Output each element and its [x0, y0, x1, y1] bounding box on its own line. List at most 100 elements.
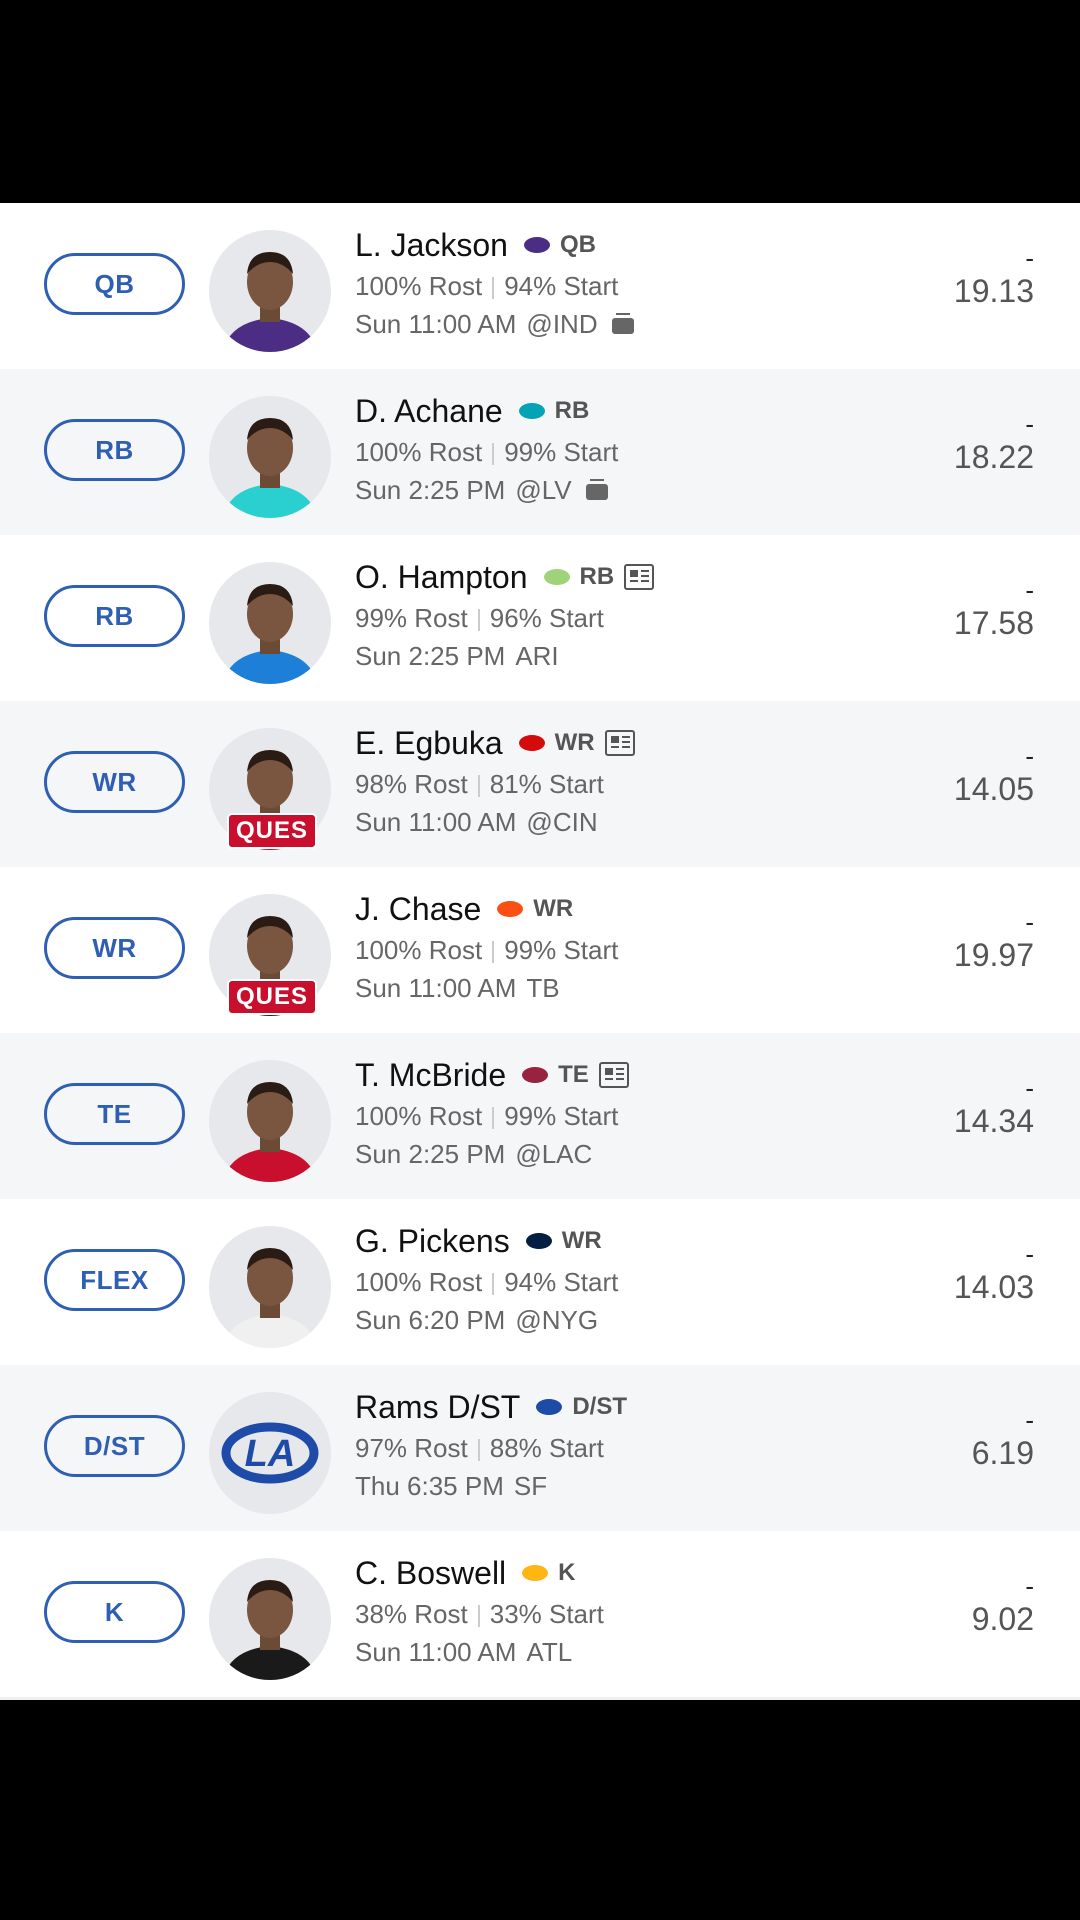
news-icon[interactable] [624, 564, 655, 590]
lineup-slot-button[interactable]: TE [44, 1083, 185, 1145]
lineup-slot-button[interactable]: WR [44, 917, 185, 979]
player-info: L. Jackson QB 100% Rost 94% Start Sun 11:00 … [355, 223, 915, 343]
roster-percent: 38% Rost [355, 1599, 468, 1629]
position-label: TE [558, 1061, 589, 1088]
projection-block: -14.34 [954, 1073, 1034, 1140]
roster-percent: 100% Rost [355, 935, 483, 965]
divider [492, 1273, 495, 1296]
roster-percent: 100% Rost [355, 1101, 483, 1131]
bottom-black-area [0, 1715, 1080, 1920]
player-name-link[interactable]: T. McBride [355, 1057, 506, 1094]
player-row[interactable]: RB D. Achane RB 100% Rost 99% Start Sun 2:25 … [0, 369, 1080, 535]
player-info: C. Boswell K 38% Rost 33% Start Sun 11:00 AM… [355, 1551, 915, 1671]
player-headshot[interactable] [209, 1558, 331, 1680]
player-info: T. McBride TE 100% Rost 99% Start Sun 2:25 P… [355, 1053, 915, 1173]
opponent: SF [513, 1471, 548, 1501]
dolphins-logo-icon [517, 396, 547, 426]
tv-broadcast-icon [611, 313, 634, 335]
actual-points: - [1025, 243, 1034, 273]
player-headshot[interactable] [209, 396, 331, 518]
projected-points: 19.13 [953, 273, 1034, 309]
projected-points: 18.22 [953, 439, 1034, 475]
lineup-slot-button[interactable]: WR [44, 751, 185, 813]
news-icon[interactable] [604, 730, 635, 756]
divider [492, 941, 495, 964]
player-info: O. Hampton RB 99% Rost 96% Start Sun 2:25 PM… [355, 555, 915, 675]
player-info: G. Pickens WR 100% Rost 94% Start Sun 6:20 P… [355, 1219, 915, 1339]
start-percent: 88% Start [489, 1433, 604, 1463]
chargers-logo-icon [542, 562, 572, 592]
projection-block: -6.19 [972, 1405, 1034, 1472]
player-name-link[interactable]: L. Jackson [355, 227, 508, 264]
player-name-link[interactable]: O. Hampton [355, 559, 528, 596]
opponent: @IND [526, 309, 598, 339]
lineup-slot-button[interactable]: FLEX [44, 1249, 185, 1311]
player-name-link[interactable]: G. Pickens [355, 1223, 510, 1260]
game-time: Sun 6:20 PM [355, 1305, 506, 1335]
projection-block: -14.05 [954, 741, 1034, 808]
divider [492, 443, 495, 466]
opponent: @LV [515, 475, 572, 505]
player-name-link[interactable]: Rams D/ST [355, 1389, 520, 1426]
player-name-link[interactable]: D. Achane [355, 393, 503, 430]
bengals-logo-icon [495, 894, 525, 924]
player-name-link[interactable]: C. Boswell [355, 1555, 506, 1592]
lineup-slot-button[interactable]: QB [44, 253, 185, 315]
lineup-slot-button[interactable]: RB [44, 585, 185, 647]
player-headshot[interactable] [209, 1226, 331, 1348]
player-row[interactable]: FLEX G. Pickens WR 100% Rost 94% Start Sun 6:… [0, 1199, 1080, 1365]
roster-percent: 100% Rost [355, 1267, 483, 1297]
position-label: WR [554, 729, 595, 756]
player-name-link[interactable]: J. Chase [355, 891, 481, 928]
lineup-slot-button[interactable]: RB [44, 419, 185, 481]
game-time: Sun 2:25 PM [355, 1139, 506, 1169]
steelers-logo-icon [520, 1558, 550, 1588]
start-percent: 81% Start [489, 769, 604, 799]
opponent: TB [526, 973, 560, 1003]
svg-text:LA: LA [245, 1433, 296, 1475]
player-row[interactable]: WR QUES J. Chase WR 100% Rost 99% Start Sun 11… [0, 867, 1080, 1033]
projection-block: -9.02 [972, 1571, 1034, 1638]
projection-block: -19.13 [954, 243, 1034, 310]
player-row[interactable]: RB O. Hampton RB 99% Rost 96% Start Sun 2:25 … [0, 535, 1080, 701]
player-row[interactable]: WR QUES E. Egbuka WR 98% Rost 81% Start Sun 11… [0, 701, 1080, 867]
roster-percent: 100% Rost [355, 271, 483, 301]
actual-points: - [1025, 1073, 1034, 1103]
top-black-area [0, 0, 1080, 203]
actual-points: - [1025, 1571, 1034, 1601]
divider [477, 609, 480, 632]
ravens-logo-icon [522, 230, 552, 260]
player-row[interactable]: TE T. McBride TE 100% Rost 99% Start Sun 2:25… [0, 1033, 1080, 1199]
player-row[interactable]: QB L. Jackson QB 100% Rost 94% Start Sun 11:0… [0, 203, 1080, 369]
player-headshot[interactable] [209, 230, 331, 352]
projected-points: 19.97 [953, 937, 1034, 973]
start-percent: 94% Start [504, 271, 619, 301]
injury-status-badge: QUES [227, 979, 317, 1015]
player-info: J. Chase WR 100% Rost 99% Start Sun 11:00 AM… [355, 887, 915, 1007]
player-row[interactable]: K C. Boswell K 38% Rost 33% Start Sun 11:00 A… [0, 1531, 1080, 1697]
game-time: Sun 11:00 AM [355, 309, 517, 339]
player-row[interactable]: D/ST LA Rams D/ST D/ST 97% Rost 88% Start Thu … [0, 1365, 1080, 1531]
game-time: Sun 11:00 AM [355, 973, 517, 1003]
actual-points: - [1025, 741, 1034, 771]
player-headshot[interactable] [209, 1060, 331, 1182]
divider [477, 1605, 480, 1628]
news-icon[interactable] [598, 1062, 629, 1088]
game-time: Sun 2:25 PM [355, 475, 506, 505]
player-name-link[interactable]: E. Egbuka [355, 725, 503, 762]
lineup-slot-button[interactable]: K [44, 1581, 185, 1643]
player-headshot[interactable] [209, 562, 331, 684]
team-logo-avatar[interactable]: LA [209, 1392, 331, 1514]
lineup-slot-button[interactable]: D/ST [44, 1415, 185, 1477]
game-time: Thu 6:35 PM [355, 1471, 504, 1501]
projection-block: -17.58 [954, 575, 1034, 642]
actual-points: - [1025, 1239, 1034, 1269]
actual-points: - [1025, 1405, 1034, 1435]
projected-points: 14.03 [953, 1269, 1034, 1305]
opponent: @LAC [515, 1139, 593, 1169]
position-label: WR [533, 895, 574, 922]
player-info: E. Egbuka WR 98% Rost 81% Start Sun 11:00 AM… [355, 721, 915, 841]
position-label: RB [579, 563, 615, 590]
rams-logo-icon [534, 1392, 564, 1422]
start-percent: 99% Start [504, 1101, 619, 1131]
